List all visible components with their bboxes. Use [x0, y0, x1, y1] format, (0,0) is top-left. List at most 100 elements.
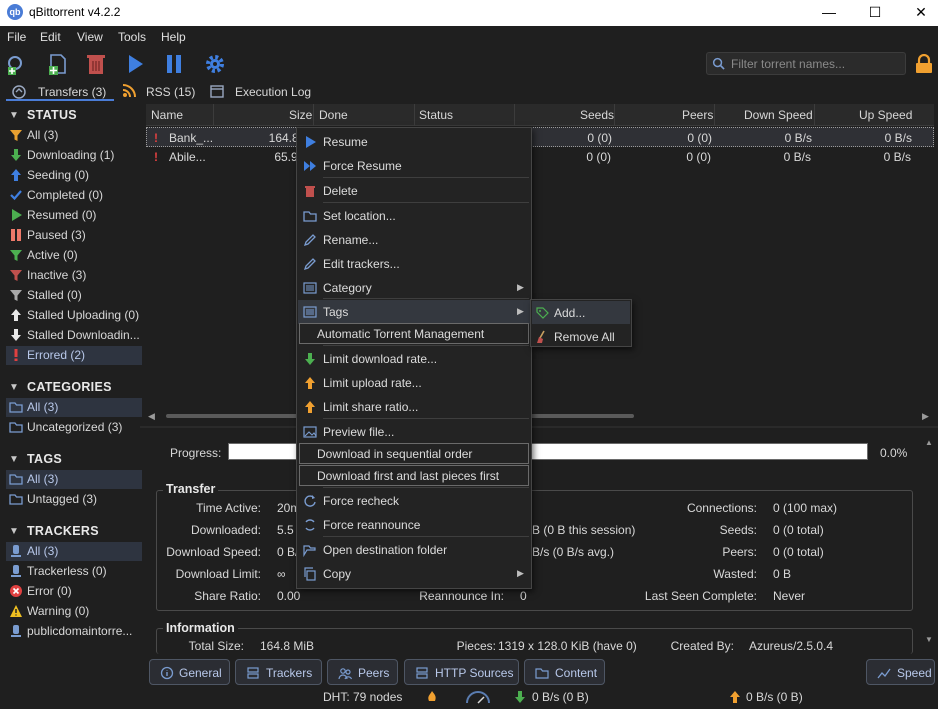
context-menu-item-preview-file[interactable]: Preview file...: [298, 420, 530, 444]
minimize-button[interactable]: —: [806, 0, 852, 26]
column-status[interactable]: Status: [419, 108, 453, 122]
context-menu-item-limit-upload-rate[interactable]: Limit upload rate...: [298, 371, 530, 395]
tag-filter-all-3[interactable]: All (3): [6, 470, 142, 489]
tag-filter-untagged-3[interactable]: Untagged (3): [6, 490, 142, 509]
close-button[interactable]: ✕: [898, 0, 938, 26]
search-icon: [712, 57, 725, 70]
tab-http-sources[interactable]: HTTP Sources: [404, 659, 519, 685]
options-gear-icon[interactable]: [203, 52, 227, 76]
context-menu-item-tags[interactable]: Tags ▶: [298, 300, 530, 324]
context-menu-item-edit-trackers[interactable]: Edit trackers...: [298, 252, 530, 276]
tab-trackers[interactable]: Trackers: [235, 659, 322, 685]
trackers-collapse-chevron-icon[interactable]: ▼: [9, 526, 19, 537]
status-filter-stalled-downloadin[interactable]: Stalled Downloadin...: [6, 326, 142, 345]
scroll-left-icon[interactable]: ◀: [148, 411, 155, 422]
status-filter-all-3[interactable]: All (3): [6, 126, 142, 145]
status-filter-active-0[interactable]: Active (0): [6, 246, 142, 265]
tab-transfers[interactable]: Transfers (3): [38, 85, 106, 99]
lock-icon[interactable]: [914, 54, 934, 74]
category-filter-all-3[interactable]: All (3): [6, 398, 142, 417]
tracker-filter-trackerless-0[interactable]: Trackerless (0): [6, 562, 142, 581]
tracker-filter-warning-0[interactable]: Warning (0): [6, 602, 142, 621]
tracker-filter-all-3[interactable]: All (3): [6, 542, 142, 561]
menu-tools[interactable]: Tools: [118, 30, 146, 44]
context-menu-item-limit-share-ratio[interactable]: Limit share ratio...: [298, 395, 530, 419]
scroll-down-icon[interactable]: ▼: [925, 635, 933, 644]
column-name[interactable]: Name: [151, 108, 183, 122]
menu-edit[interactable]: Edit: [40, 30, 61, 44]
maximize-button[interactable]: ☐: [852, 0, 898, 26]
status-filter-seeding-0[interactable]: Seeding (0): [6, 166, 142, 185]
tracker-filter-publicdomaintorre[interactable]: publicdomaintorre...: [6, 622, 142, 641]
speed-limit-gauge-icon[interactable]: [465, 691, 491, 704]
pause-icon[interactable]: [162, 52, 186, 76]
context-menu-item-force-resume[interactable]: Force Resume: [298, 154, 530, 178]
folder-icon: [9, 492, 23, 506]
submenu-item-add[interactable]: Add...: [532, 301, 630, 324]
seeds-label: Seeds:: [719, 523, 757, 537]
menu-file[interactable]: File: [7, 30, 26, 44]
menu-view[interactable]: View: [77, 30, 103, 44]
context-menu-item-delete[interactable]: Delete: [298, 179, 530, 203]
menu-help[interactable]: Help: [161, 30, 186, 44]
context-menu-item-set-location[interactable]: Set location...: [298, 204, 530, 228]
search-input[interactable]: Filter torrent names...: [706, 52, 906, 75]
context-menu-item-rename[interactable]: Rename...: [298, 228, 530, 252]
column-peers[interactable]: Peers: [682, 108, 713, 122]
context-menu-item-copy[interactable]: Copy ▶: [298, 562, 530, 586]
status-filter-downloading-1[interactable]: Downloading (1): [6, 146, 142, 165]
tab-rss[interactable]: RSS (15): [146, 85, 195, 99]
submenu-item-remove-all[interactable]: Remove All: [532, 325, 630, 348]
context-menu-item-automatic-torrent-management[interactable]: Automatic Torrent Management: [299, 323, 529, 344]
tab-peers[interactable]: Peers: [327, 659, 398, 685]
context-menu-item-force-recheck[interactable]: Force recheck: [298, 489, 530, 513]
app-logo-icon: qb: [7, 4, 23, 20]
status-filter-completed-0[interactable]: Completed (0): [6, 186, 142, 205]
table-row[interactable]: ! Abile... 65.9 M 0 (0) 0 (0) 0 B/s 0 B/…: [146, 147, 934, 167]
tab-general[interactable]: General: [149, 659, 230, 685]
table-row[interactable]: ! Bank_... 164.8 M 0 (0) 0 (0) 0 B/s 0 B…: [146, 127, 934, 147]
delete-icon[interactable]: [84, 52, 108, 76]
tab-execution-log[interactable]: Execution Log: [235, 85, 311, 99]
status-filter-paused-3[interactable]: Paused (3): [6, 226, 142, 245]
status-filter-stalled-uploading-0[interactable]: Stalled Uploading (0): [6, 306, 142, 325]
status-filter-label: All (3): [27, 128, 59, 142]
context-menu-item-open-destination-folder[interactable]: Open destination folder: [298, 538, 530, 562]
status-filter-inactive-3[interactable]: Inactive (3): [6, 266, 142, 285]
status-collapse-chevron-icon[interactable]: ▼: [9, 110, 19, 121]
tracker-icon: [9, 564, 23, 578]
column-separator: [414, 104, 415, 126]
status-filter-errored-2[interactable]: Errored (2): [6, 346, 142, 365]
resume-icon[interactable]: [123, 52, 147, 76]
table-horizontal-scrollbar[interactable]: ◀ ▶: [146, 410, 934, 422]
tracker-filter-error-0[interactable]: Error (0): [6, 582, 142, 601]
context-menu-item-resume[interactable]: Resume: [298, 130, 530, 154]
context-menu-item-limit-download-rate[interactable]: Limit download rate...: [298, 347, 530, 371]
status-filter-resumed-0[interactable]: Resumed (0): [6, 206, 142, 225]
context-menu-item-category[interactable]: Category ▶: [298, 276, 530, 300]
upload-speed-icon: [730, 691, 740, 703]
submenu-item-label: Remove All: [554, 330, 615, 344]
column-done[interactable]: Done: [319, 108, 348, 122]
tab-content[interactable]: Content: [524, 659, 605, 685]
folder-icon: [535, 668, 549, 679]
tags-collapse-chevron-icon[interactable]: ▼: [9, 454, 19, 465]
column-seeds[interactable]: Seeds: [580, 108, 614, 122]
context-menu-item-force-reannounce[interactable]: Force reannounce: [298, 513, 530, 537]
splitter-handle[interactable]: [140, 426, 938, 428]
column-up-speed[interactable]: Up Speed: [859, 108, 912, 122]
add-torrent-link-icon[interactable]: [5, 52, 29, 76]
status-filter-stalled-0[interactable]: Stalled (0): [6, 286, 142, 305]
speed-button[interactable]: Speed: [866, 659, 935, 685]
column-down-speed[interactable]: Down Speed: [744, 108, 813, 122]
categories-collapse-chevron-icon[interactable]: ▼: [9, 382, 19, 393]
scroll-up-icon[interactable]: ▲: [925, 438, 933, 447]
context-menu-item-download-first-and-last-pieces-first[interactable]: Download first and last pieces first: [299, 465, 529, 486]
add-torrent-file-icon[interactable]: [46, 52, 70, 76]
torrent-down-speed: 0 B/s: [783, 150, 811, 164]
column-size[interactable]: Size: [289, 108, 312, 122]
tags-section-title: TAGS: [27, 452, 62, 466]
scroll-right-icon[interactable]: ▶: [922, 411, 929, 422]
category-filter-uncategorized-3[interactable]: Uncategorized (3): [6, 418, 142, 437]
context-menu-item-download-in-sequential-order[interactable]: Download in sequential order: [299, 443, 529, 464]
